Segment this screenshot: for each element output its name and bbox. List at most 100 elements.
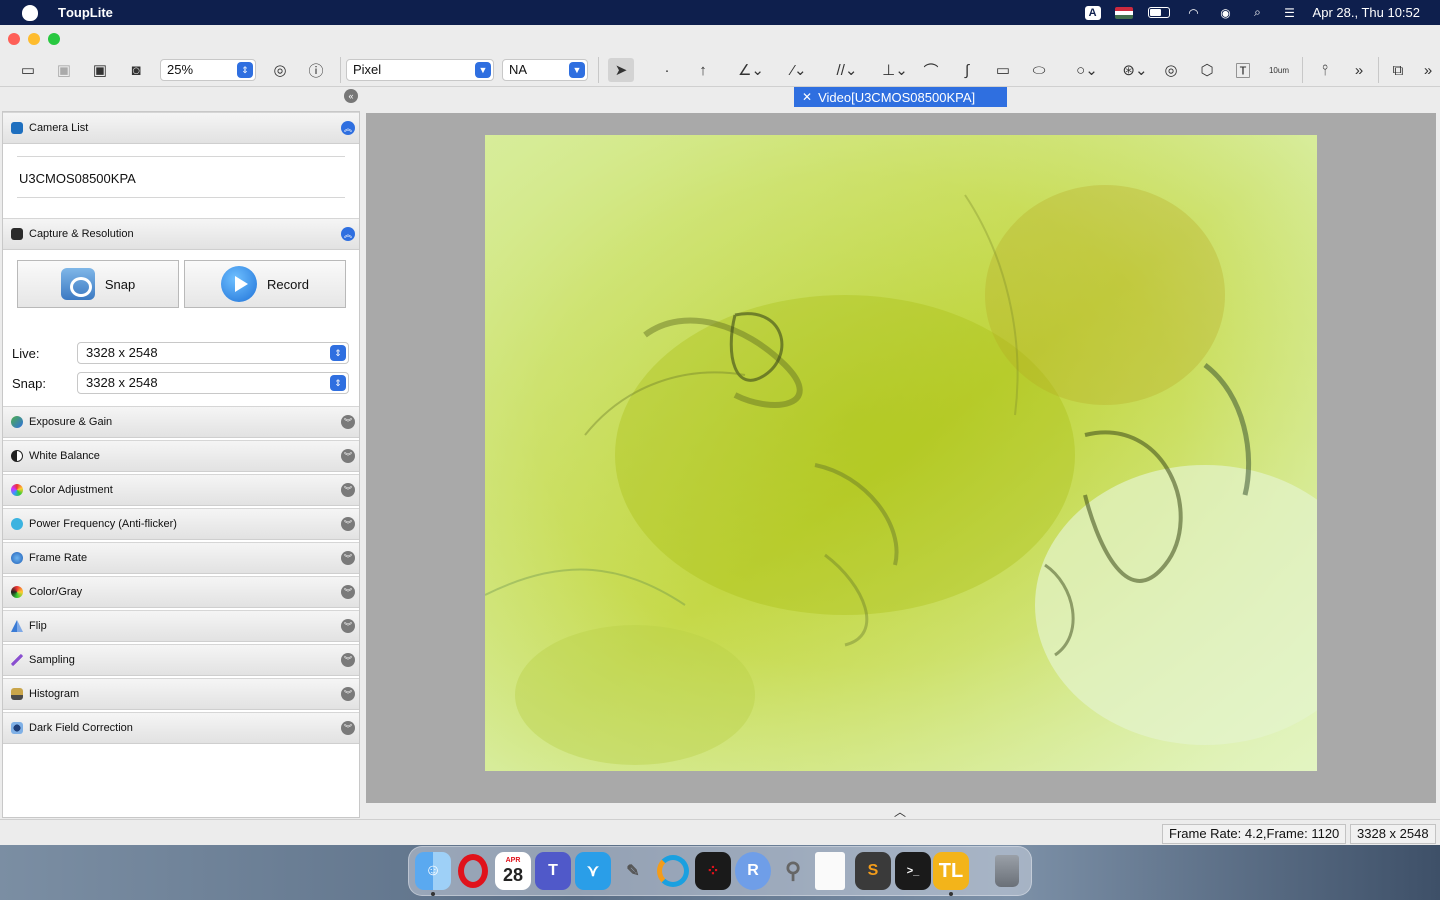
section-frame-rate[interactable]: Frame Rate ︾: [3, 542, 359, 574]
chevron-down-icon[interactable]: ︾: [341, 653, 355, 667]
chevron-down-icon[interactable]: ︾: [341, 585, 355, 599]
multi-circle-tool-icon[interactable]: ⊛⌄: [1119, 58, 1151, 82]
title-bar: [0, 25, 1440, 53]
scale-bar-label: 10um: [1268, 65, 1289, 75]
chevron-down-icon[interactable]: ︾: [341, 415, 355, 429]
fit-target-icon[interactable]: ◎: [268, 58, 292, 82]
section-exposure-gain[interactable]: Exposure & Gain ︾: [3, 406, 359, 438]
perpendicular-tool-icon[interactable]: ⊥⌄: [879, 58, 911, 82]
arrow-tool-icon[interactable]: ↑: [691, 58, 715, 82]
teams-icon[interactable]: T: [535, 852, 571, 890]
sublime-text-icon[interactable]: S: [855, 852, 891, 890]
chevron-down-icon[interactable]: ︾: [341, 551, 355, 565]
arc-tool-icon[interactable]: ⌒: [919, 58, 943, 82]
dots-app-icon[interactable]: ⁘: [695, 852, 731, 890]
line-tool-icon[interactable]: ⁄⌄: [783, 58, 815, 82]
overflow-chevron-icon[interactable]: »: [1416, 58, 1440, 82]
chevron-down-icon: ▼: [569, 62, 585, 78]
scale-bar-tool-icon[interactable]: 10um: [1265, 58, 1293, 82]
notification-app-icon[interactable]: A: [1084, 5, 1101, 20]
section-color-adjustment[interactable]: Color Adjustment ︾: [3, 474, 359, 506]
app-name-menu[interactable]: TоupLite: [58, 5, 113, 20]
live-resolution-select[interactable]: 3328 x 2548 ⇕: [77, 342, 349, 364]
apple-menu-icon[interactable]: [22, 4, 38, 21]
section-sampling[interactable]: Sampling ︾: [3, 644, 359, 676]
minimize-window-button[interactable]: [28, 33, 40, 45]
section-flip[interactable]: Flip ︾: [3, 610, 359, 642]
close-window-button[interactable]: [8, 33, 20, 45]
tab-video[interactable]: ✕ Video[U3CMOS08500KPA]: [794, 87, 1007, 107]
r-language-icon[interactable]: R: [735, 852, 771, 890]
chevron-up-icon[interactable]: ︽: [341, 121, 355, 135]
terminal-icon[interactable]: >_: [895, 852, 931, 890]
finder-icon[interactable]: ☺: [415, 852, 451, 890]
sync-app-icon[interactable]: [655, 852, 691, 890]
section-histogram[interactable]: Histogram ︾: [3, 678, 359, 710]
chevron-up-icon[interactable]: ︽: [341, 227, 355, 241]
more-tools-icon[interactable]: »: [1347, 58, 1371, 82]
collapse-panel-icon[interactable]: «: [344, 89, 358, 103]
text-tool-icon[interactable]: 🅃: [1231, 58, 1255, 82]
opera-icon[interactable]: [455, 852, 491, 890]
calibration-tool-icon[interactable]: ⫯: [1313, 58, 1337, 82]
polygon-tool-icon[interactable]: ⬡: [1195, 58, 1219, 82]
select-pointer-icon[interactable]: ➤: [608, 58, 634, 82]
section-power-frequency[interactable]: Power Frequency (Anti-flicker) ︾: [3, 508, 359, 540]
chevron-down-icon[interactable]: ︾: [341, 721, 355, 735]
bird-app-icon[interactable]: ⋎: [575, 852, 611, 890]
zoom-window-button[interactable]: [48, 33, 60, 45]
ellipse-tool-icon[interactable]: ⬭: [1027, 58, 1051, 82]
point-tool-icon[interactable]: ·: [655, 58, 679, 82]
open-folder-icon[interactable]: ▭: [16, 58, 40, 82]
control-center-icon[interactable]: ☰: [1281, 6, 1299, 20]
info-icon[interactable]: ⓘ: [304, 58, 328, 82]
save-as-icon[interactable]: ▣: [88, 58, 112, 82]
curve-tool-icon[interactable]: ∫: [955, 58, 979, 82]
circle-tool-icon[interactable]: ○⌄: [1071, 58, 1103, 82]
keyboard-flag-icon[interactable]: [1114, 6, 1133, 19]
unit-select[interactable]: Pixel ▼: [346, 59, 494, 81]
angle-tool-icon[interactable]: ∠⌄: [735, 58, 767, 82]
calendar-icon[interactable]: APR 28: [495, 852, 531, 890]
snapshot-camera-icon[interactable]: ◙: [124, 58, 148, 82]
parallel-tool-icon[interactable]: //⌄: [831, 58, 863, 82]
battery-icon[interactable]: [1147, 6, 1171, 20]
chevron-down-icon[interactable]: ︾: [341, 619, 355, 633]
microscope-live-image[interactable]: [485, 135, 1317, 771]
camera-list-item[interactable]: U3CMOS08500KPA: [19, 171, 136, 186]
image-viewer[interactable]: [366, 113, 1436, 803]
toolbar-divider: [1302, 57, 1303, 83]
chevron-down-icon[interactable]: ︾: [341, 449, 355, 463]
snap-button[interactable]: Snap: [17, 260, 179, 308]
window-layout-icon[interactable]: ⧉: [1386, 58, 1410, 82]
section-dark-field-correction[interactable]: Dark Field Correction ︾: [3, 712, 359, 744]
section-camera-list[interactable]: Camera List ︽: [3, 112, 359, 144]
record-button[interactable]: Record: [184, 260, 346, 308]
user-icon[interactable]: ◉: [1217, 6, 1235, 20]
touplite-dock-icon[interactable]: TL: [933, 852, 969, 890]
chevron-up-icon[interactable]: ︿: [894, 803, 906, 820]
chevron-down-icon[interactable]: ︾: [341, 483, 355, 497]
magnification-select[interactable]: NA ▼: [502, 59, 588, 81]
save-icon[interactable]: ▣: [52, 58, 76, 82]
annulus-tool-icon[interactable]: ◎: [1159, 58, 1183, 82]
rectangle-tool-icon[interactable]: ▭: [991, 58, 1015, 82]
menubar-clock[interactable]: Apr 28., Thu 10:52: [1313, 5, 1420, 20]
chevron-down-icon[interactable]: ︾: [341, 687, 355, 701]
trash-icon[interactable]: [989, 852, 1025, 890]
toolbar-divider: [340, 57, 341, 83]
document-icon[interactable]: [815, 852, 845, 890]
section-color-gray[interactable]: Color/Gray ︾: [3, 576, 359, 608]
wifi-icon[interactable]: ◠: [1185, 6, 1203, 20]
magnifier-app-icon[interactable]: ⚲: [775, 852, 811, 890]
section-capture-resolution[interactable]: Capture & Resolution ︽: [3, 218, 359, 250]
chevron-down-icon[interactable]: ︾: [341, 517, 355, 531]
zoom-select[interactable]: 25% ⇕: [160, 59, 256, 81]
close-tab-icon[interactable]: ✕: [802, 90, 812, 104]
divider: [17, 156, 345, 157]
gimp-icon[interactable]: ✎: [615, 852, 651, 890]
snap-resolution-select[interactable]: 3328 x 2548 ⇕: [77, 372, 349, 394]
section-white-balance[interactable]: White Balance ︾: [3, 440, 359, 472]
spotlight-search-icon[interactable]: ⌕: [1249, 5, 1267, 20]
section-title: Color/Gray: [29, 586, 83, 598]
